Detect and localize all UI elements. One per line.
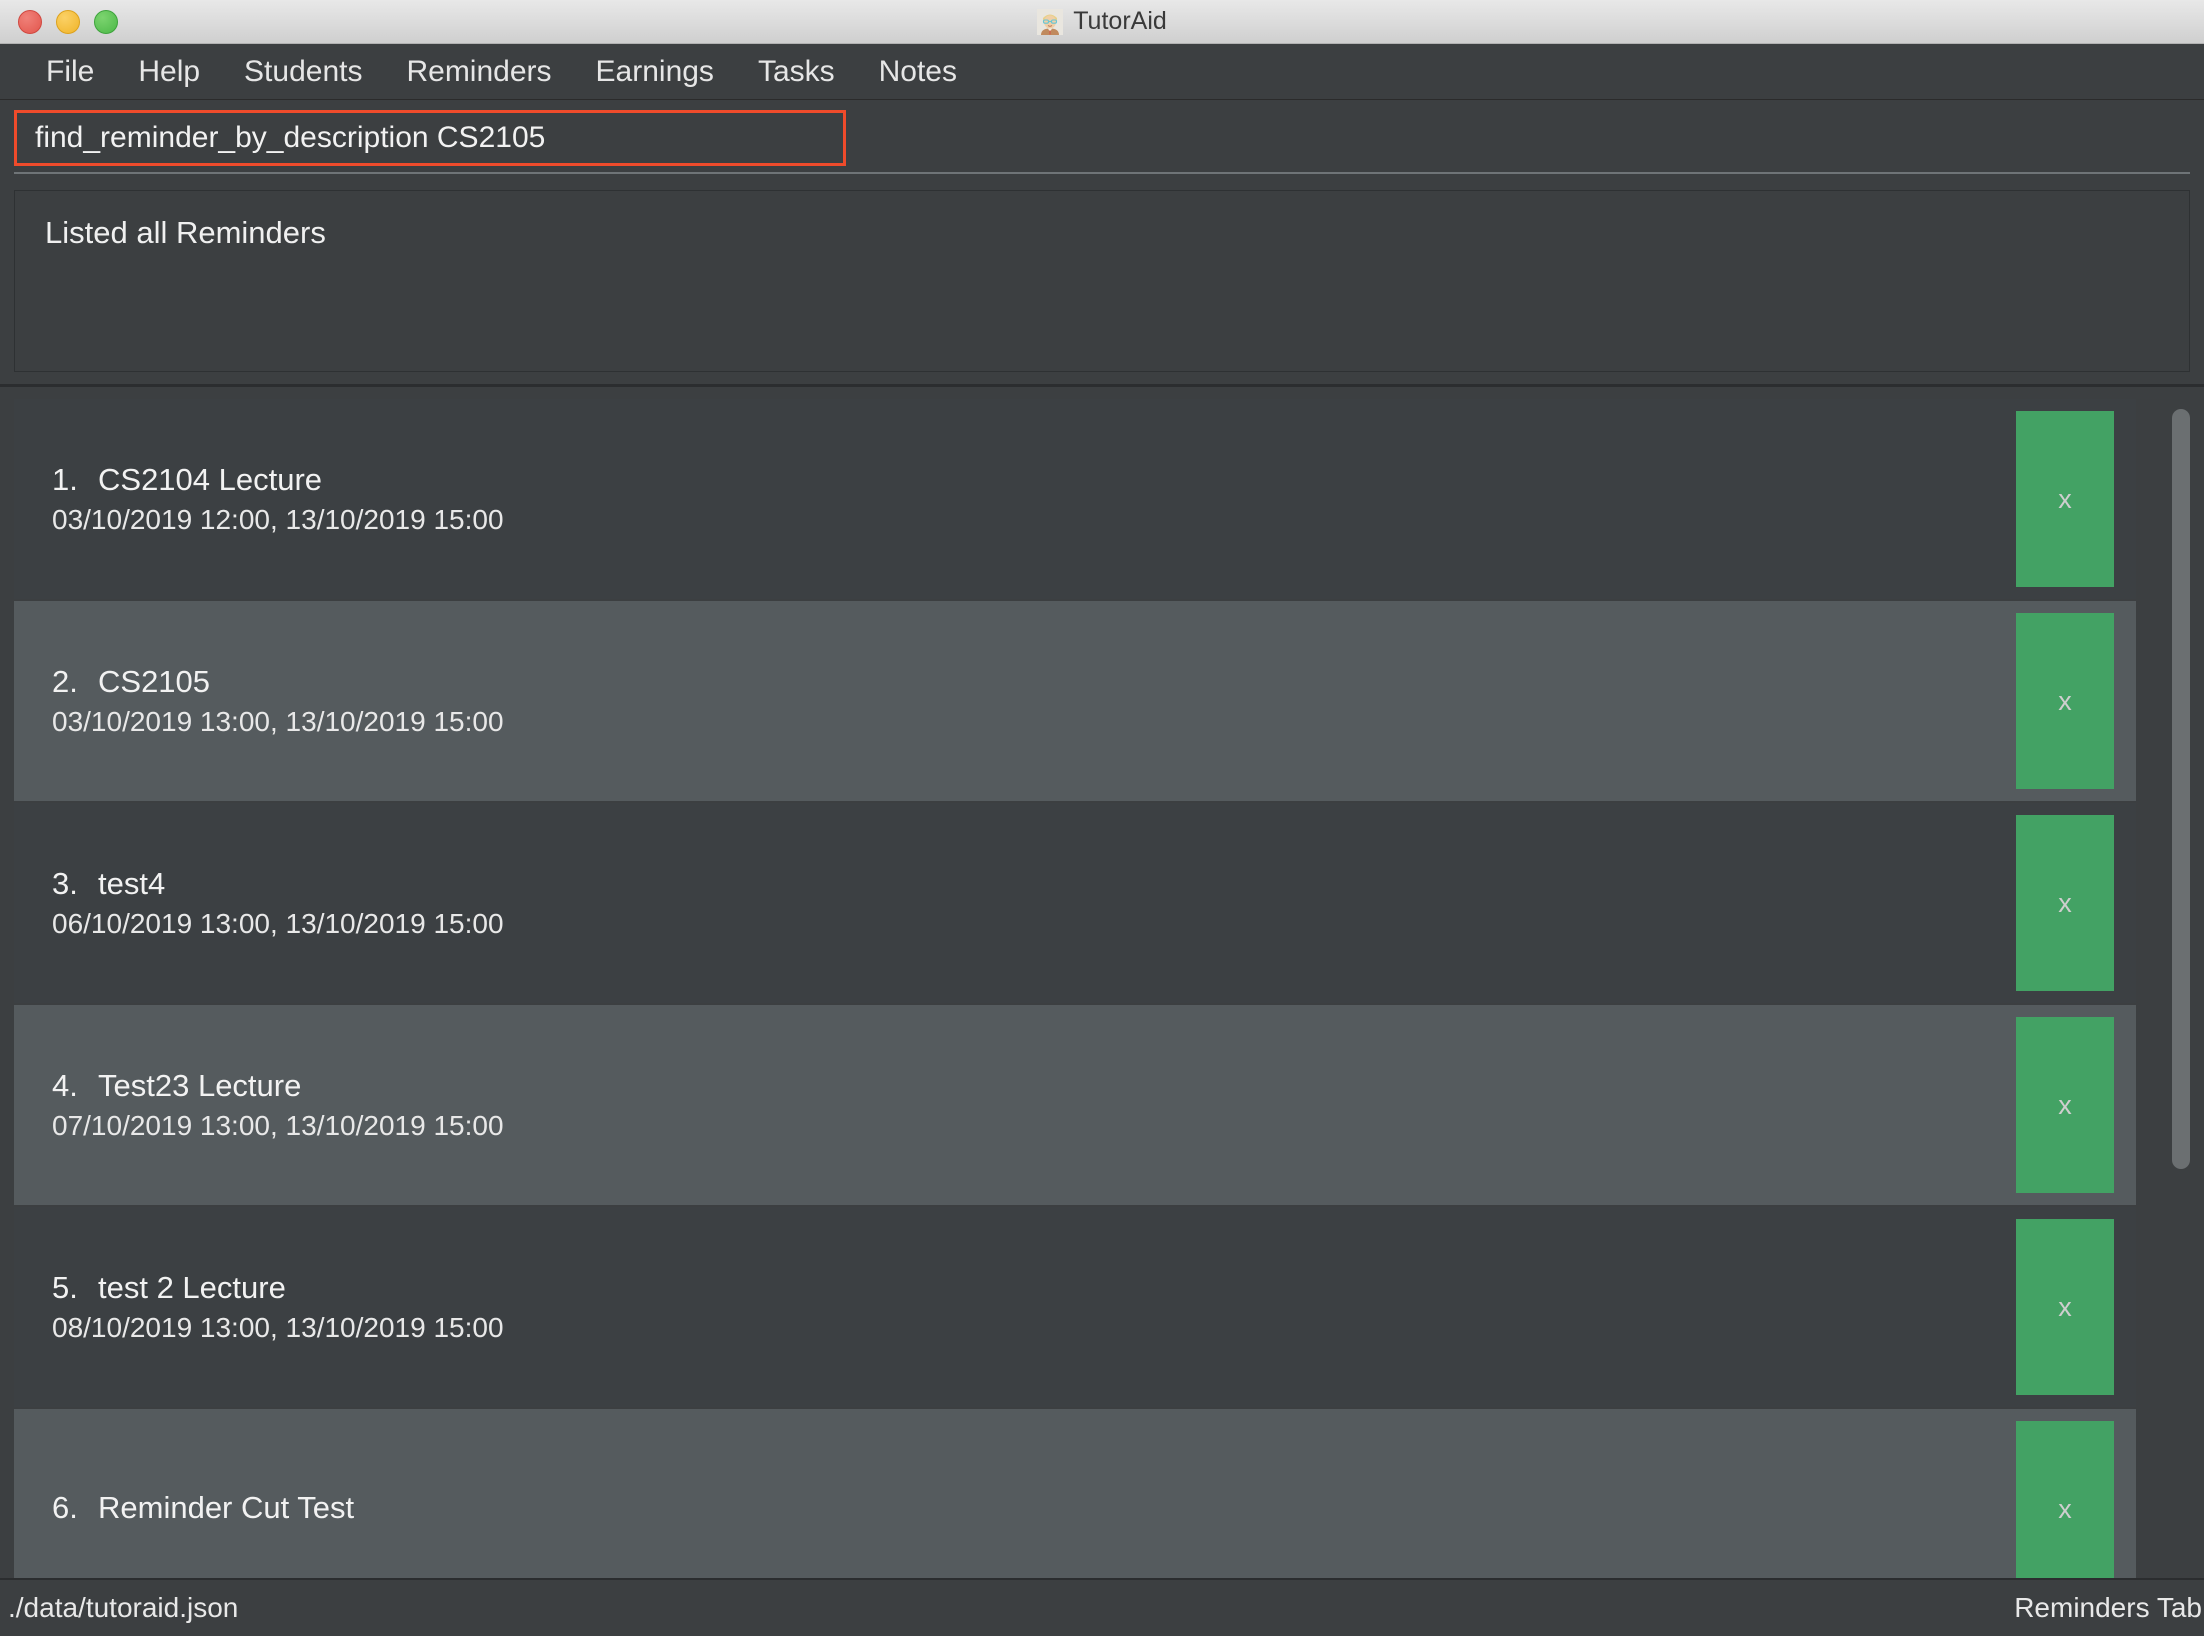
command-bar: find_reminder_by_description CS2105 <box>0 100 2204 178</box>
list-item-name: CS2104 Lecture <box>98 462 323 498</box>
app-window: TutorAid File Help Students Reminders Ea… <box>0 0 2204 1636</box>
list-item-body: 4. Test23 Lecture 07/10/2019 13:00, 13/10… <box>14 1067 2016 1143</box>
menu-item-reminders[interactable]: Reminders <box>384 55 573 89</box>
zoom-window-button[interactable] <box>94 9 118 34</box>
status-bar: ./data/tutoraid.json Reminders Tab <box>0 1578 2204 1636</box>
delete-reminder-button[interactable]: x <box>2016 411 2114 587</box>
command-input[interactable]: find_reminder_by_description CS2105 <box>14 110 846 166</box>
window-title: TutorAid <box>1073 7 1167 35</box>
list-item-datetime: 03/10/2019 13:00, 13/10/2019 15:00 <box>52 705 504 737</box>
window-title-group: TutorAid <box>0 7 2204 36</box>
list-item[interactable]: 4. Test23 Lecture 07/10/2019 13:00, 13/10… <box>14 1005 2136 1205</box>
list-item-title: 4. Test23 Lecture <box>52 1067 2016 1106</box>
current-tab-status: Reminders Tab <box>2014 1592 2202 1623</box>
save-location-status: ./data/tutoraid.json <box>8 1592 239 1623</box>
list-item-name: Test23 Lecture <box>98 1068 302 1104</box>
list-scrollbar-thumb[interactable] <box>2172 409 2190 1169</box>
list-item[interactable]: 3. test4 06/10/2019 13:00, 13/10/2019 15:… <box>14 803 2136 1003</box>
list-item-index: 3. <box>52 866 78 902</box>
menu-bar: File Help Students Reminders Earnings Ta… <box>0 44 2204 100</box>
list-item-body: 5. test 2 Lecture 08/10/2019 13:00, 13/10… <box>14 1269 2016 1345</box>
list-item-title: 6. Reminder Cut Test <box>52 1489 2016 1528</box>
list-item-index: 5. <box>52 1270 78 1306</box>
list-item-datetime: 03/10/2019 12:00, 13/10/2019 15:00 <box>52 503 504 535</box>
menu-item-tasks[interactable]: Tasks <box>736 55 857 89</box>
list-item-body: 1. CS2104 Lecture 03/10/2019 12:00, 13/10… <box>14 461 2016 537</box>
command-divider <box>14 172 2190 174</box>
delete-reminder-button[interactable]: x <box>2016 815 2114 991</box>
list-item-index: 4. <box>52 1068 78 1104</box>
list-item-title: 5. test 2 Lecture <box>52 1269 2016 1308</box>
menu-item-notes[interactable]: Notes <box>857 55 979 89</box>
menu-item-earnings[interactable]: Earnings <box>574 55 736 89</box>
list-item[interactable]: 2. CS2105 03/10/2019 13:00, 13/10/2019 15… <box>14 601 2136 801</box>
list-item-body: 3. test4 06/10/2019 13:00, 13/10/2019 15:… <box>14 865 2016 941</box>
tutor-avatar-icon <box>1037 8 1064 35</box>
menu-item-help[interactable]: Help <box>116 55 222 89</box>
list-item-title: 1. CS2104 Lecture <box>52 461 2016 500</box>
list-item-body: 2. CS2105 03/10/2019 13:00, 13/10/2019 15… <box>14 663 2016 739</box>
title-bar: TutorAid <box>0 0 2204 44</box>
delete-reminder-button[interactable]: x <box>2016 1219 2114 1395</box>
list-item-title: 3. test4 <box>52 865 2016 904</box>
list-item-title: 2. CS2105 <box>52 663 2016 702</box>
list-item-index: 6. <box>52 1489 78 1525</box>
result-display: Listed all Reminders <box>14 190 2190 372</box>
list-scrollbar[interactable] <box>2168 399 2194 1574</box>
menu-item-students[interactable]: Students <box>222 55 384 89</box>
list-item-datetime: 08/10/2019 13:00, 13/10/2019 15:00 <box>52 1311 504 1343</box>
delete-reminder-button[interactable]: x <box>2016 1017 2114 1193</box>
reminder-list-panel: 1. CS2104 Lecture 03/10/2019 12:00, 13/10… <box>0 384 2204 1578</box>
result-display-wrapper: Listed all Reminders <box>0 178 2204 384</box>
menu-item-file[interactable]: File <box>24 55 116 89</box>
list-item-index: 2. <box>52 664 78 700</box>
list-item-name: test 2 Lecture <box>98 1270 286 1306</box>
delete-reminder-button[interactable]: x <box>2016 613 2114 789</box>
list-item-name: Reminder Cut Test <box>98 1489 355 1525</box>
list-item-name: CS2105 <box>98 664 211 700</box>
list-item-index: 1. <box>52 462 78 498</box>
list-item-datetime: 06/10/2019 13:00, 13/10/2019 15:00 <box>52 907 504 939</box>
list-item-datetime: 07/10/2019 13:00, 13/10/2019 15:00 <box>52 1109 504 1141</box>
result-message: Listed all Reminders <box>45 215 326 250</box>
delete-reminder-button[interactable]: x <box>2016 1421 2114 1578</box>
minimize-window-button[interactable] <box>56 9 80 34</box>
list-item-body: 6. Reminder Cut Test <box>14 1489 2016 1530</box>
close-window-button[interactable] <box>18 9 42 34</box>
list-item[interactable]: 6. Reminder Cut Test x <box>14 1409 2136 1578</box>
window-controls <box>0 9 118 34</box>
command-input-value: find_reminder_by_description CS2105 <box>35 121 546 154</box>
list-item[interactable]: 1. CS2104 Lecture 03/10/2019 12:00, 13/10… <box>14 399 2136 599</box>
list-item[interactable]: 5. test 2 Lecture 08/10/2019 13:00, 13/10… <box>14 1207 2136 1407</box>
reminder-list: 1. CS2104 Lecture 03/10/2019 12:00, 13/10… <box>14 399 2156 1578</box>
list-item-name: test4 <box>98 866 166 902</box>
